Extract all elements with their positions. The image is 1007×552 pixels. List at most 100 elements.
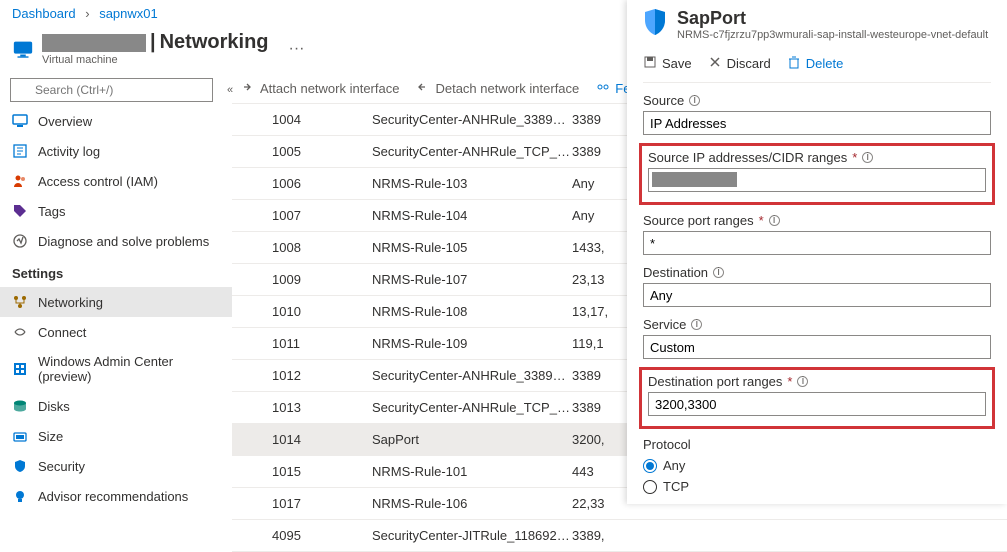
detach-interface-button[interactable]: Detach network interface xyxy=(415,80,579,97)
protocol-any-radio[interactable]: Any xyxy=(643,455,991,476)
rule-name: SecurityCenter-ANHRule_3389_T… xyxy=(372,112,572,127)
sidebar-item-label: Tags xyxy=(38,204,65,219)
sidebar-item-admin-center[interactable]: Windows Admin Center (preview) xyxy=(0,347,232,391)
rule-priority: 1007 xyxy=(232,208,372,223)
sidebar-item-advisor[interactable]: Advisor recommendations xyxy=(0,481,232,511)
sidebar-item-activity-log[interactable]: Activity log xyxy=(0,136,232,166)
info-icon[interactable]: i xyxy=(689,95,700,106)
detach-icon xyxy=(415,80,429,97)
sidebar-item-security[interactable]: Security xyxy=(0,451,232,481)
rule-priority: 1004 xyxy=(232,112,372,127)
dest-port-input[interactable] xyxy=(648,392,986,416)
highlight-dest-port: Destination port ranges * i xyxy=(639,367,995,429)
network-icon xyxy=(12,294,28,310)
sidebar-item-connect[interactable]: Connect xyxy=(0,317,232,347)
rule-priority: 1005 xyxy=(232,144,372,159)
info-icon[interactable]: i xyxy=(713,267,724,278)
rule-name: SecurityCenter-ANHRule_TCP_In… xyxy=(372,144,572,159)
people-icon xyxy=(12,173,28,189)
breadcrumb-separator: › xyxy=(85,6,89,21)
rule-priority: 1013 xyxy=(232,400,372,415)
sidebar-item-label: Activity log xyxy=(38,144,100,159)
monitor-icon xyxy=(12,113,28,129)
sidebar-item-label: Overview xyxy=(38,114,92,129)
rule-priority: 1014 xyxy=(232,432,372,447)
feedback-icon xyxy=(595,80,609,97)
destination-label: Destination xyxy=(643,265,708,280)
feedback-button[interactable]: Fe xyxy=(595,80,630,97)
rule-priority: 1011 xyxy=(232,336,372,351)
dest-port-label: Destination port ranges xyxy=(648,374,782,389)
rule-name: SecurityCenter-ANHRule_3389_T… xyxy=(372,368,572,383)
service-label: Service xyxy=(643,317,686,332)
rule-priority: 1009 xyxy=(232,272,372,287)
sidebar-item-disks[interactable]: Disks xyxy=(0,391,232,421)
info-icon[interactable]: i xyxy=(862,152,873,163)
save-button[interactable]: Save xyxy=(643,55,692,72)
sidebar-item-label: Advisor recommendations xyxy=(38,489,188,504)
rule-name: NRMS-Rule-107 xyxy=(372,272,572,287)
info-icon[interactable]: i xyxy=(769,215,780,226)
sidebar-section-settings: Settings xyxy=(0,256,232,287)
trash-icon xyxy=(787,55,801,72)
size-icon xyxy=(12,428,28,444)
search-input[interactable] xyxy=(10,78,213,102)
panel-title: SapPort xyxy=(677,8,988,29)
rule-name: NRMS-Rule-108 xyxy=(372,304,572,319)
source-port-input[interactable] xyxy=(643,231,991,255)
sidebar-item-label: Size xyxy=(38,429,63,444)
sidebar-item-label: Connect xyxy=(38,325,86,340)
sidebar-item-label: Security xyxy=(38,459,85,474)
redacted-ip xyxy=(652,172,737,187)
sidebar-item-size[interactable]: Size xyxy=(0,421,232,451)
rule-port: 3389, xyxy=(572,528,642,543)
info-icon[interactable]: i xyxy=(797,376,808,387)
rule-name: NRMS-Rule-109 xyxy=(372,336,572,351)
info-icon[interactable]: i xyxy=(691,319,702,330)
service-input[interactable] xyxy=(643,335,991,359)
breadcrumb-current[interactable]: sapnwx01 xyxy=(99,6,158,21)
sidebar: 🔍 « Overview Activity log Access control… xyxy=(0,70,232,516)
shield-icon xyxy=(643,8,667,36)
redacted-vm-name xyxy=(42,34,146,52)
table-row[interactable]: 4095SecurityCenter-JITRule_1186923…3389, xyxy=(232,520,1007,552)
source-input[interactable] xyxy=(643,111,991,135)
advisor-icon xyxy=(12,488,28,504)
admin-icon xyxy=(12,361,28,377)
rule-name: NRMS-Rule-103 xyxy=(372,176,572,191)
more-button[interactable]: ··· xyxy=(281,40,313,58)
panel-subtitle: NRMS-c7fjzrzu7pp3wmurali-sap-install-wes… xyxy=(677,29,988,41)
shield-icon xyxy=(12,458,28,474)
breadcrumb-root[interactable]: Dashboard xyxy=(12,6,76,21)
protocol-label: Protocol xyxy=(643,437,691,452)
sidebar-item-label: Disks xyxy=(38,399,70,414)
sidebar-item-overview[interactable]: Overview xyxy=(0,106,232,136)
rule-priority: 1012 xyxy=(232,368,372,383)
log-icon xyxy=(12,143,28,159)
source-ip-label: Source IP addresses/CIDR ranges xyxy=(648,150,847,165)
discard-button[interactable]: Discard xyxy=(708,55,771,72)
rule-name: SecurityCenter-ANHRule_TCP_In… xyxy=(372,400,572,415)
rule-name: NRMS-Rule-104 xyxy=(372,208,572,223)
sidebar-item-iam[interactable]: Access control (IAM) xyxy=(0,166,232,196)
rule-priority: 4095 xyxy=(232,528,372,543)
sidebar-item-tags[interactable]: Tags xyxy=(0,196,232,226)
sidebar-item-networking[interactable]: Networking xyxy=(0,287,232,317)
source-label: Source xyxy=(643,93,684,108)
connect-icon xyxy=(12,324,28,340)
sidebar-item-label: Windows Admin Center (preview) xyxy=(38,354,220,384)
attach-interface-button[interactable]: Attach network interface xyxy=(240,80,399,97)
rule-name: NRMS-Rule-101 xyxy=(372,464,572,479)
protocol-tcp-radio[interactable]: TCP xyxy=(643,476,991,497)
rule-priority: 1006 xyxy=(232,176,372,191)
disk-icon xyxy=(12,398,28,414)
sidebar-item-label: Networking xyxy=(38,295,103,310)
vm-icon xyxy=(12,38,34,60)
delete-button[interactable]: Delete xyxy=(787,55,844,72)
rule-name: SecurityCenter-JITRule_1186923… xyxy=(372,528,572,543)
sidebar-item-diagnose[interactable]: Diagnose and solve problems xyxy=(0,226,232,256)
destination-input[interactable] xyxy=(643,283,991,307)
diagnose-icon xyxy=(12,233,28,249)
page-subtitle: Virtual machine xyxy=(42,54,269,66)
sidebar-item-label: Access control (IAM) xyxy=(38,174,158,189)
